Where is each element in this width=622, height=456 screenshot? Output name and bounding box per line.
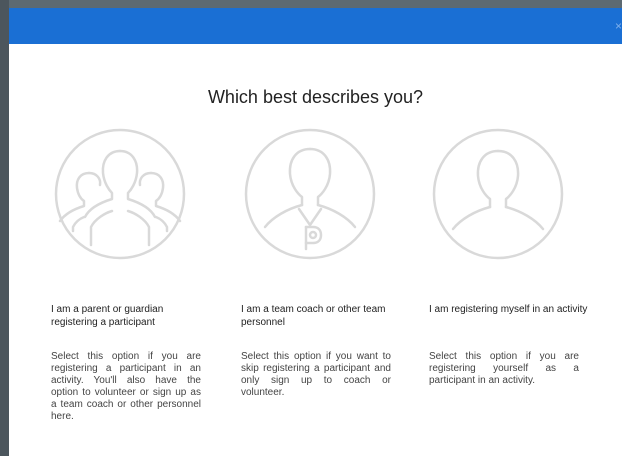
role-selection-dialog: × Which best describes you? I am a paren… [9, 8, 622, 456]
dialog-header: × [9, 8, 622, 44]
page-backdrop-left [0, 0, 9, 456]
option-self-description: Select this option if you are registerin… [429, 351, 579, 386]
option-coach-heading: I am a team coach or other team personne… [241, 304, 386, 328]
option-parent-guardian[interactable]: I am a parent or guardian registering a … [51, 123, 211, 453]
option-parent-heading: I am a parent or guardian registering a … [51, 304, 164, 328]
option-self[interactable]: I am registering myself in an activity S… [429, 123, 589, 453]
coach-whistle-icon [243, 127, 377, 261]
group-icon [53, 127, 187, 261]
dialog-title: Which best describes you? [207, 87, 424, 107]
option-coach-personnel[interactable]: I am a team coach or other team personne… [241, 123, 401, 453]
single-user-icon [431, 127, 565, 261]
option-coach-description: Select this option if you want to skip r… [241, 351, 391, 398]
close-icon[interactable]: × [610, 20, 622, 32]
option-parent-description: Select this option if you are registerin… [51, 351, 201, 422]
option-self-heading: I am registering myself in an activity [429, 304, 588, 315]
page-backdrop-top [0, 0, 622, 8]
